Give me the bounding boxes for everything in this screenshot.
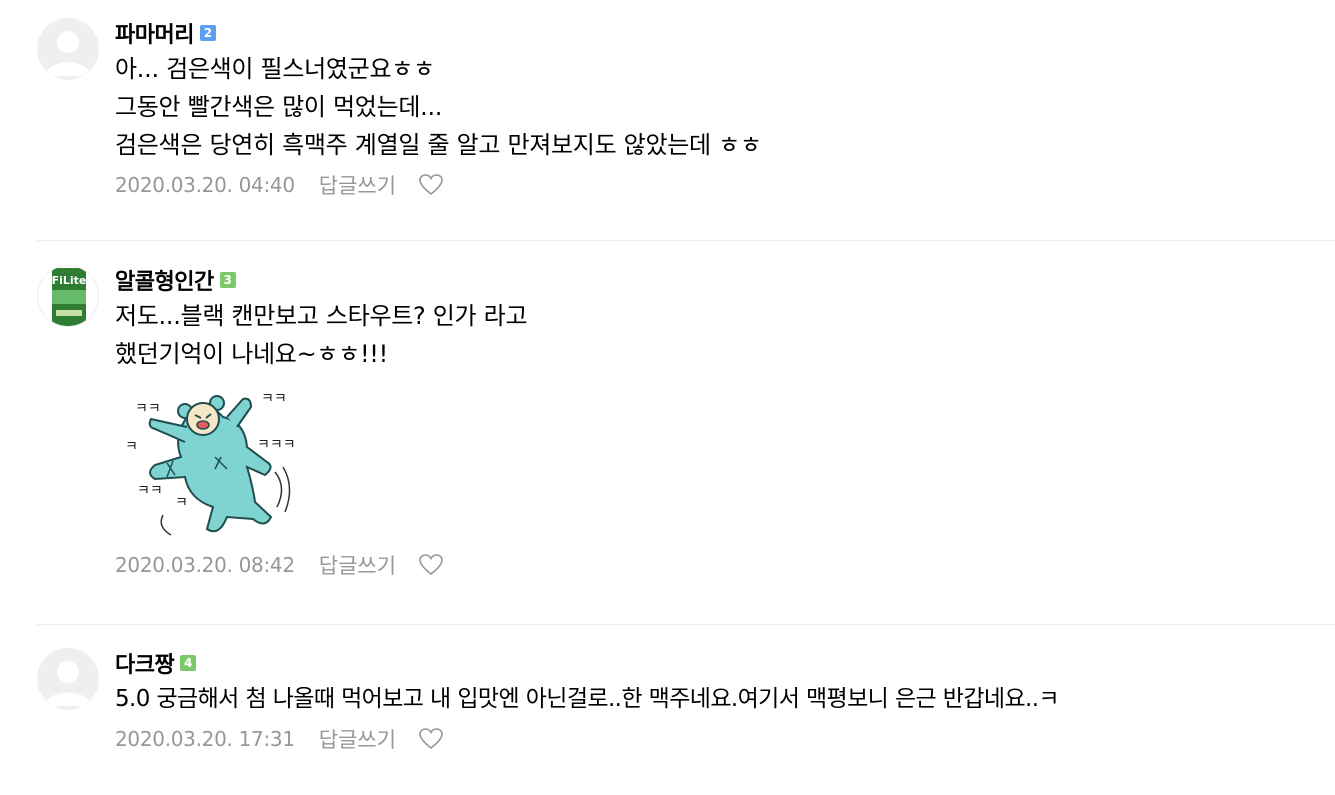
- reply-button[interactable]: 답글쓰기: [319, 724, 396, 754]
- level-badge: 4: [180, 655, 197, 671]
- divider: [37, 624, 1335, 625]
- heart-icon[interactable]: [418, 553, 444, 577]
- sticker-label: ㅋㅋㅋ: [257, 437, 296, 453]
- dancing-bear-sticker-icon: ㅋㅋ ㅋ ㅋㅋ ㅋㅋㅋ ㅋㅋ ㅋ: [125, 391, 296, 536]
- nickname[interactable]: 파마머리: [115, 17, 194, 49]
- beer-can-avatar-icon: FiLite: [38, 266, 98, 326]
- sticker-label: ㅋㅋ: [137, 483, 163, 499]
- comment-text: 아... 검은색이 필스너였군요ㅎㅎ 그동안 빨간색은 많이 먹었는데... 검…: [115, 50, 1335, 164]
- comment-line: 검은색은 당연히 흑맥주 계열일 줄 알고 만져보지도 않았는데 ㅎㅎ: [115, 131, 762, 159]
- nickname[interactable]: 알콜형인간: [115, 264, 214, 296]
- comment-line: 했던기억이 나네요~ㅎㅎ!!!: [115, 340, 388, 368]
- reply-button[interactable]: 답글쓰기: [319, 170, 396, 200]
- sticker-label: ㅋㅋ: [135, 401, 161, 417]
- comment-line: 그동안 빨간색은 많이 먹었는데...: [115, 93, 443, 121]
- comment-text: 5.0 궁금해서 첨 나올때 먹어보고 내 입맛엔 아닌걸로..한 맥주네요.여…: [115, 680, 1335, 718]
- divider: [37, 240, 1335, 241]
- reply-button[interactable]: 답글쓰기: [319, 550, 396, 580]
- avatar[interactable]: [37, 648, 99, 710]
- level-badge: 3: [219, 272, 236, 288]
- avatar[interactable]: FiLite: [37, 265, 99, 327]
- comment-date: 2020.03.20. 08:42: [115, 553, 295, 577]
- sticker-image: ㅋㅋ ㅋ ㅋㅋ ㅋㅋㅋ ㅋㅋ ㅋ: [115, 387, 305, 542]
- avatar-label: FiLite: [52, 274, 87, 287]
- comment-date: 2020.03.20. 17:31: [115, 727, 295, 751]
- sticker-label: ㅋ: [175, 495, 188, 511]
- default-avatar-icon: [37, 648, 99, 710]
- comment-line: 저도...블랙 캔만보고 스타우트? 인가 라고: [115, 302, 528, 330]
- comment-date: 2020.03.20. 04:40: [115, 173, 295, 197]
- heart-icon[interactable]: [418, 173, 444, 197]
- level-badge: 2: [199, 25, 216, 41]
- sticker-label: ㅋ: [125, 439, 138, 455]
- nickname[interactable]: 다크짱: [115, 647, 175, 679]
- sticker-label: ㅋㅋ: [261, 391, 287, 407]
- comment-line: 아... 검은색이 필스너였군요ㅎㅎ: [115, 55, 435, 83]
- avatar[interactable]: [37, 18, 99, 80]
- heart-icon[interactable]: [418, 727, 444, 751]
- comment-text: 저도...블랙 캔만보고 스타우트? 인가 라고 했던기억이 나네요~ㅎㅎ!!!: [115, 297, 1335, 373]
- default-avatar-icon: [37, 18, 99, 80]
- comment-line: 5.0 궁금해서 첨 나올때 먹어보고 내 입맛엔 아닌걸로..한 맥주네요.여…: [115, 686, 1060, 712]
